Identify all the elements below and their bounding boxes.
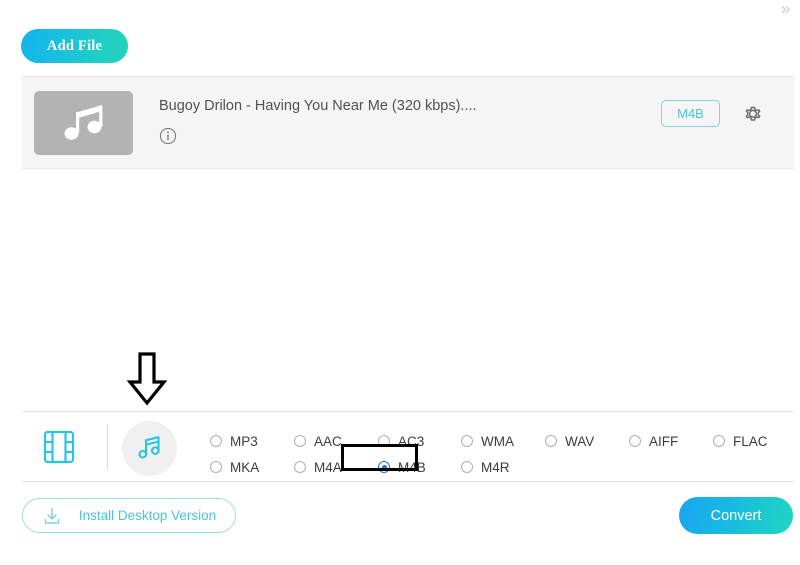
radio-dot — [461, 435, 473, 447]
install-button-label: Install Desktop Version — [78, 508, 217, 523]
file-thumbnail — [34, 91, 133, 155]
format-option-label: WMA — [481, 433, 514, 449]
tab-audio-formats[interactable] — [122, 421, 177, 476]
format-option-label: AC3 — [398, 433, 425, 449]
format-radio-group: MP3 AAC AC3 WMA WAV AIFF FLAC MKA M4A M4… — [188, 423, 788, 475]
format-option-wav[interactable]: WAV — [545, 431, 594, 451]
format-option-label: M4B — [398, 459, 426, 475]
format-option-mp3[interactable]: MP3 — [210, 431, 258, 451]
format-option-aiff[interactable]: AIFF — [629, 431, 678, 451]
radio-dot — [713, 435, 725, 447]
file-list-item[interactable]: Bugoy Drilon - Having You Near Me (320 k… — [22, 76, 794, 169]
format-option-ac3[interactable]: AC3 — [378, 431, 424, 451]
format-option-m4b[interactable]: M4B — [378, 457, 426, 477]
install-desktop-version-button[interactable]: Install Desktop Version — [22, 498, 236, 533]
gear-icon — [745, 106, 761, 121]
info-circle-icon[interactable] — [159, 127, 177, 145]
corner-mark: » — [781, 0, 797, 28]
type-divider — [107, 424, 108, 470]
radio-dot — [210, 461, 222, 473]
format-option-label: AIFF — [649, 433, 679, 449]
file-name-label: Bugoy Drilon - Having You Near Me (320 k… — [159, 98, 477, 114]
converter-app: » Add File Bugoy Drilon - Having You Nea… — [0, 0, 800, 565]
music-note-icon — [64, 105, 103, 140]
radio-dot-selected — [378, 461, 390, 473]
radio-dot — [461, 461, 473, 473]
tab-video-formats[interactable] — [39, 427, 79, 467]
format-option-label: MKA — [230, 459, 260, 475]
format-option-label: FLAC — [733, 433, 768, 449]
format-option-m4a[interactable]: M4A — [294, 457, 342, 477]
format-option-label: MP3 — [230, 433, 258, 449]
annotation-down-arrow — [125, 352, 169, 406]
format-option-label: M4R — [481, 459, 510, 475]
format-option-label: AAC — [314, 433, 342, 449]
convert-button[interactable]: Convert — [679, 497, 793, 534]
corner-mark-glyph: » — [781, 0, 791, 18]
format-option-label: M4A — [314, 459, 342, 475]
settings-gear-button[interactable] — [740, 101, 766, 127]
format-option-label: WAV — [565, 433, 595, 449]
radio-dot — [294, 435, 306, 447]
radio-dot — [294, 461, 306, 473]
format-option-m4r[interactable]: M4R — [461, 457, 510, 477]
radio-dot — [378, 435, 390, 447]
format-option-mka[interactable]: MKA — [210, 457, 259, 477]
radio-dot — [629, 435, 641, 447]
music-note-icon — [138, 436, 160, 459]
radio-dot — [210, 435, 222, 447]
output-format-badge[interactable]: M4B — [661, 100, 720, 127]
format-option-flac[interactable]: FLAC — [713, 431, 768, 451]
film-strip-icon — [43, 430, 75, 464]
format-selection-bar: MP3 AAC AC3 WMA WAV AIFF FLAC MKA M4A M4… — [22, 411, 794, 482]
format-option-aac[interactable]: AAC — [294, 431, 342, 451]
format-option-wma[interactable]: WMA — [461, 431, 514, 451]
download-icon — [44, 507, 60, 524]
radio-dot — [545, 435, 557, 447]
add-file-button[interactable]: Add File — [21, 29, 128, 63]
